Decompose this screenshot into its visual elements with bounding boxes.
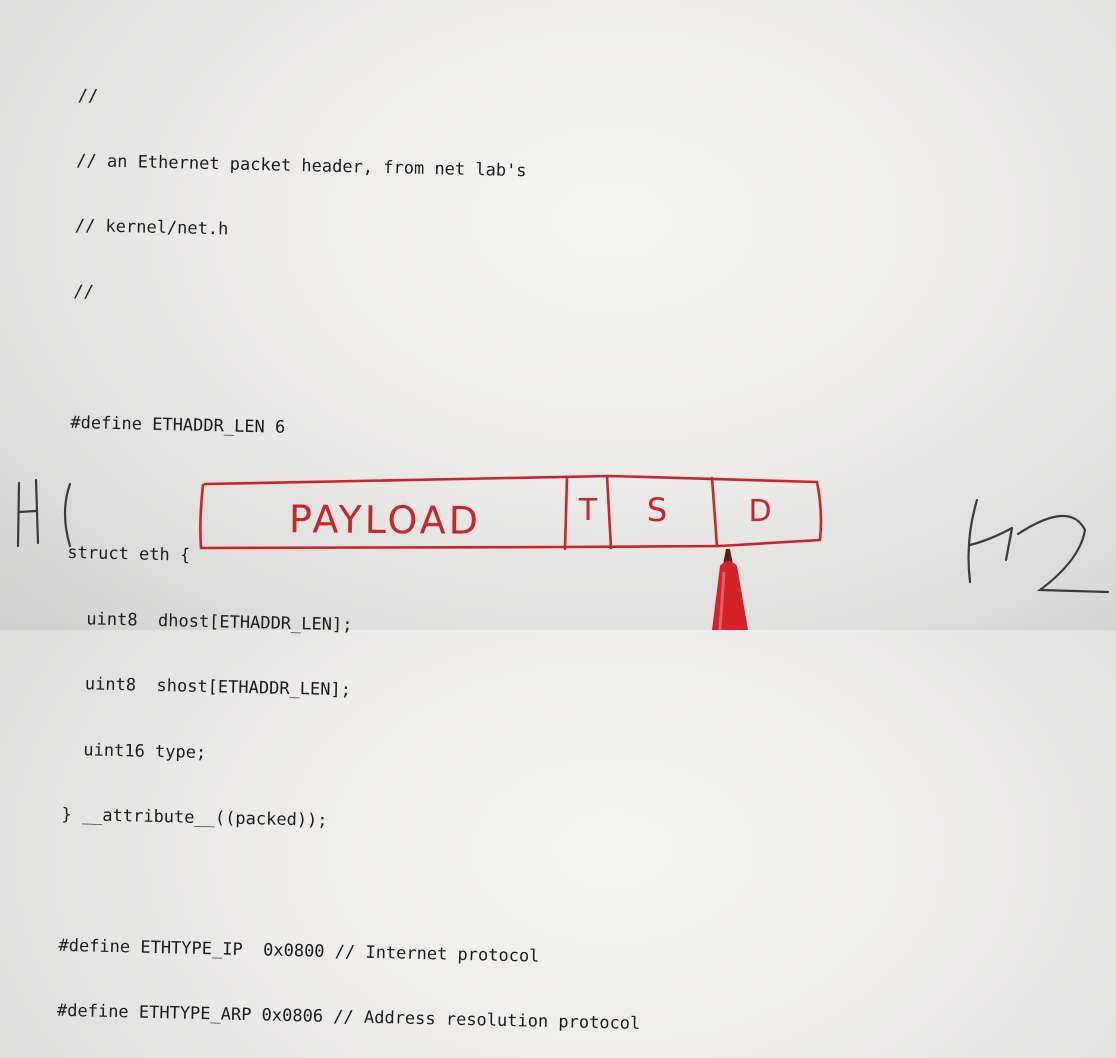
divider-source-dest — [710, 476, 719, 548]
divider-payload-type — [563, 475, 569, 551]
divider-type-source — [605, 474, 613, 550]
code-line: #define ETHTYPE_IP 0x0800 // Internet pr… — [58, 935, 540, 967]
code-line: uint16 type; — [62, 739, 207, 763]
payload-label: PAYLOAD — [289, 497, 481, 543]
handwritten-diagram: H1 H2 PAYLOAD T S D — [16, 474, 1110, 630]
type-field-label: T — [578, 493, 598, 528]
code-line: uint8 shost[ETHADDR_LEN]; — [64, 673, 352, 701]
code-line: #define ETHTYPE_ARP 0x0806 // Address re… — [56, 1000, 641, 1035]
dest-field-label: D — [748, 494, 771, 529]
code-line: } __attribute__((packed)); — [61, 804, 328, 831]
pen-marks-host-left — [16, 478, 72, 548]
source-field-label: S — [647, 491, 667, 529]
red-marker-pen — [712, 549, 748, 630]
pen-marks-host-right — [967, 498, 1110, 594]
